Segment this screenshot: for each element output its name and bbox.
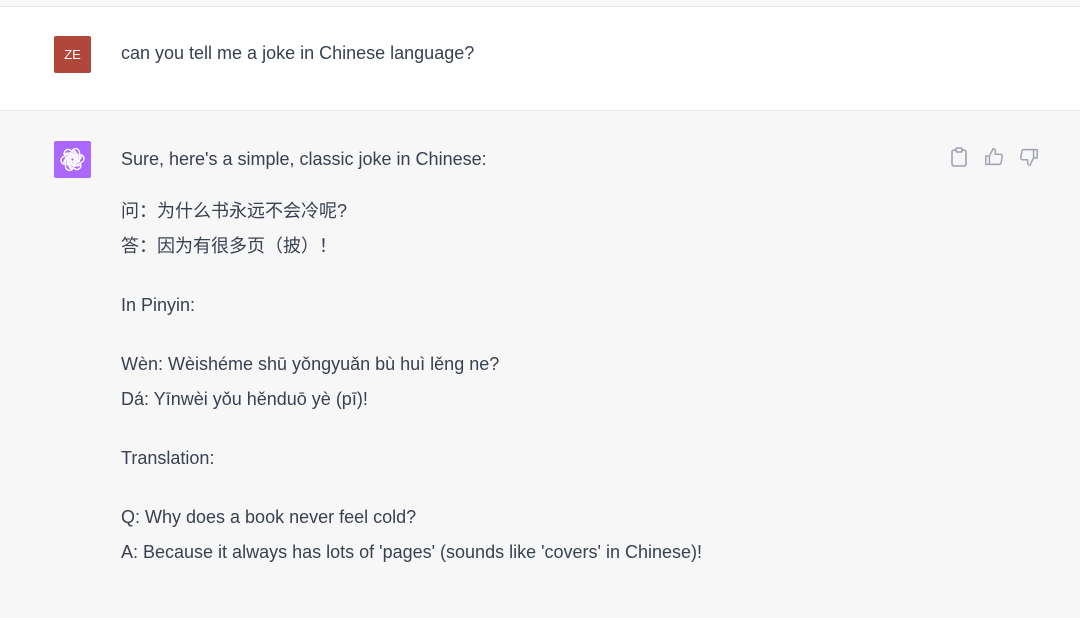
thumbs-down-button[interactable] <box>1018 145 1040 169</box>
clipboard-icon <box>951 147 967 167</box>
user-message-row: ZE can you tell me a joke in Chinese lan… <box>0 7 1080 111</box>
translation-label: Translation: <box>121 448 215 468</box>
pinyin-answer: Dá: Yīnwèi yǒu hěnduō yè (pī)! <box>121 389 368 409</box>
assistant-message-row: Sure, here's a simple, classic joke in C… <box>0 111 1080 618</box>
pinyin-question: Wèn: Wèishéme shū yǒngyuǎn bù huì lěng n… <box>121 354 500 374</box>
message-actions <box>948 145 1044 169</box>
chinese-answer: 答：因为有很多页（披）！ <box>121 236 337 256</box>
user-message-text: can you tell me a joke in Chinese langua… <box>121 43 475 63</box>
assistant-intro: Sure, here's a simple, classic joke in C… <box>121 149 487 169</box>
top-divider <box>0 0 1080 7</box>
thumbs-down-icon <box>1020 148 1038 166</box>
thumbs-up-icon <box>985 148 1003 166</box>
assistant-avatar <box>54 141 91 178</box>
copy-button[interactable] <box>948 145 970 169</box>
openai-logo-icon <box>60 147 85 172</box>
translation-answer: A: Because it always has lots of 'pages'… <box>121 542 703 562</box>
translation-question: Q: Why does a book never feel cold? <box>121 507 417 527</box>
user-avatar: ZE <box>54 36 91 73</box>
pinyin-label: In Pinyin: <box>121 295 196 315</box>
thumbs-up-button[interactable] <box>983 145 1005 169</box>
chinese-question: 问：为什么书永远不会冷呢? <box>121 201 348 221</box>
assistant-message-text: Sure, here's a simple, classic joke in C… <box>121 147 921 570</box>
